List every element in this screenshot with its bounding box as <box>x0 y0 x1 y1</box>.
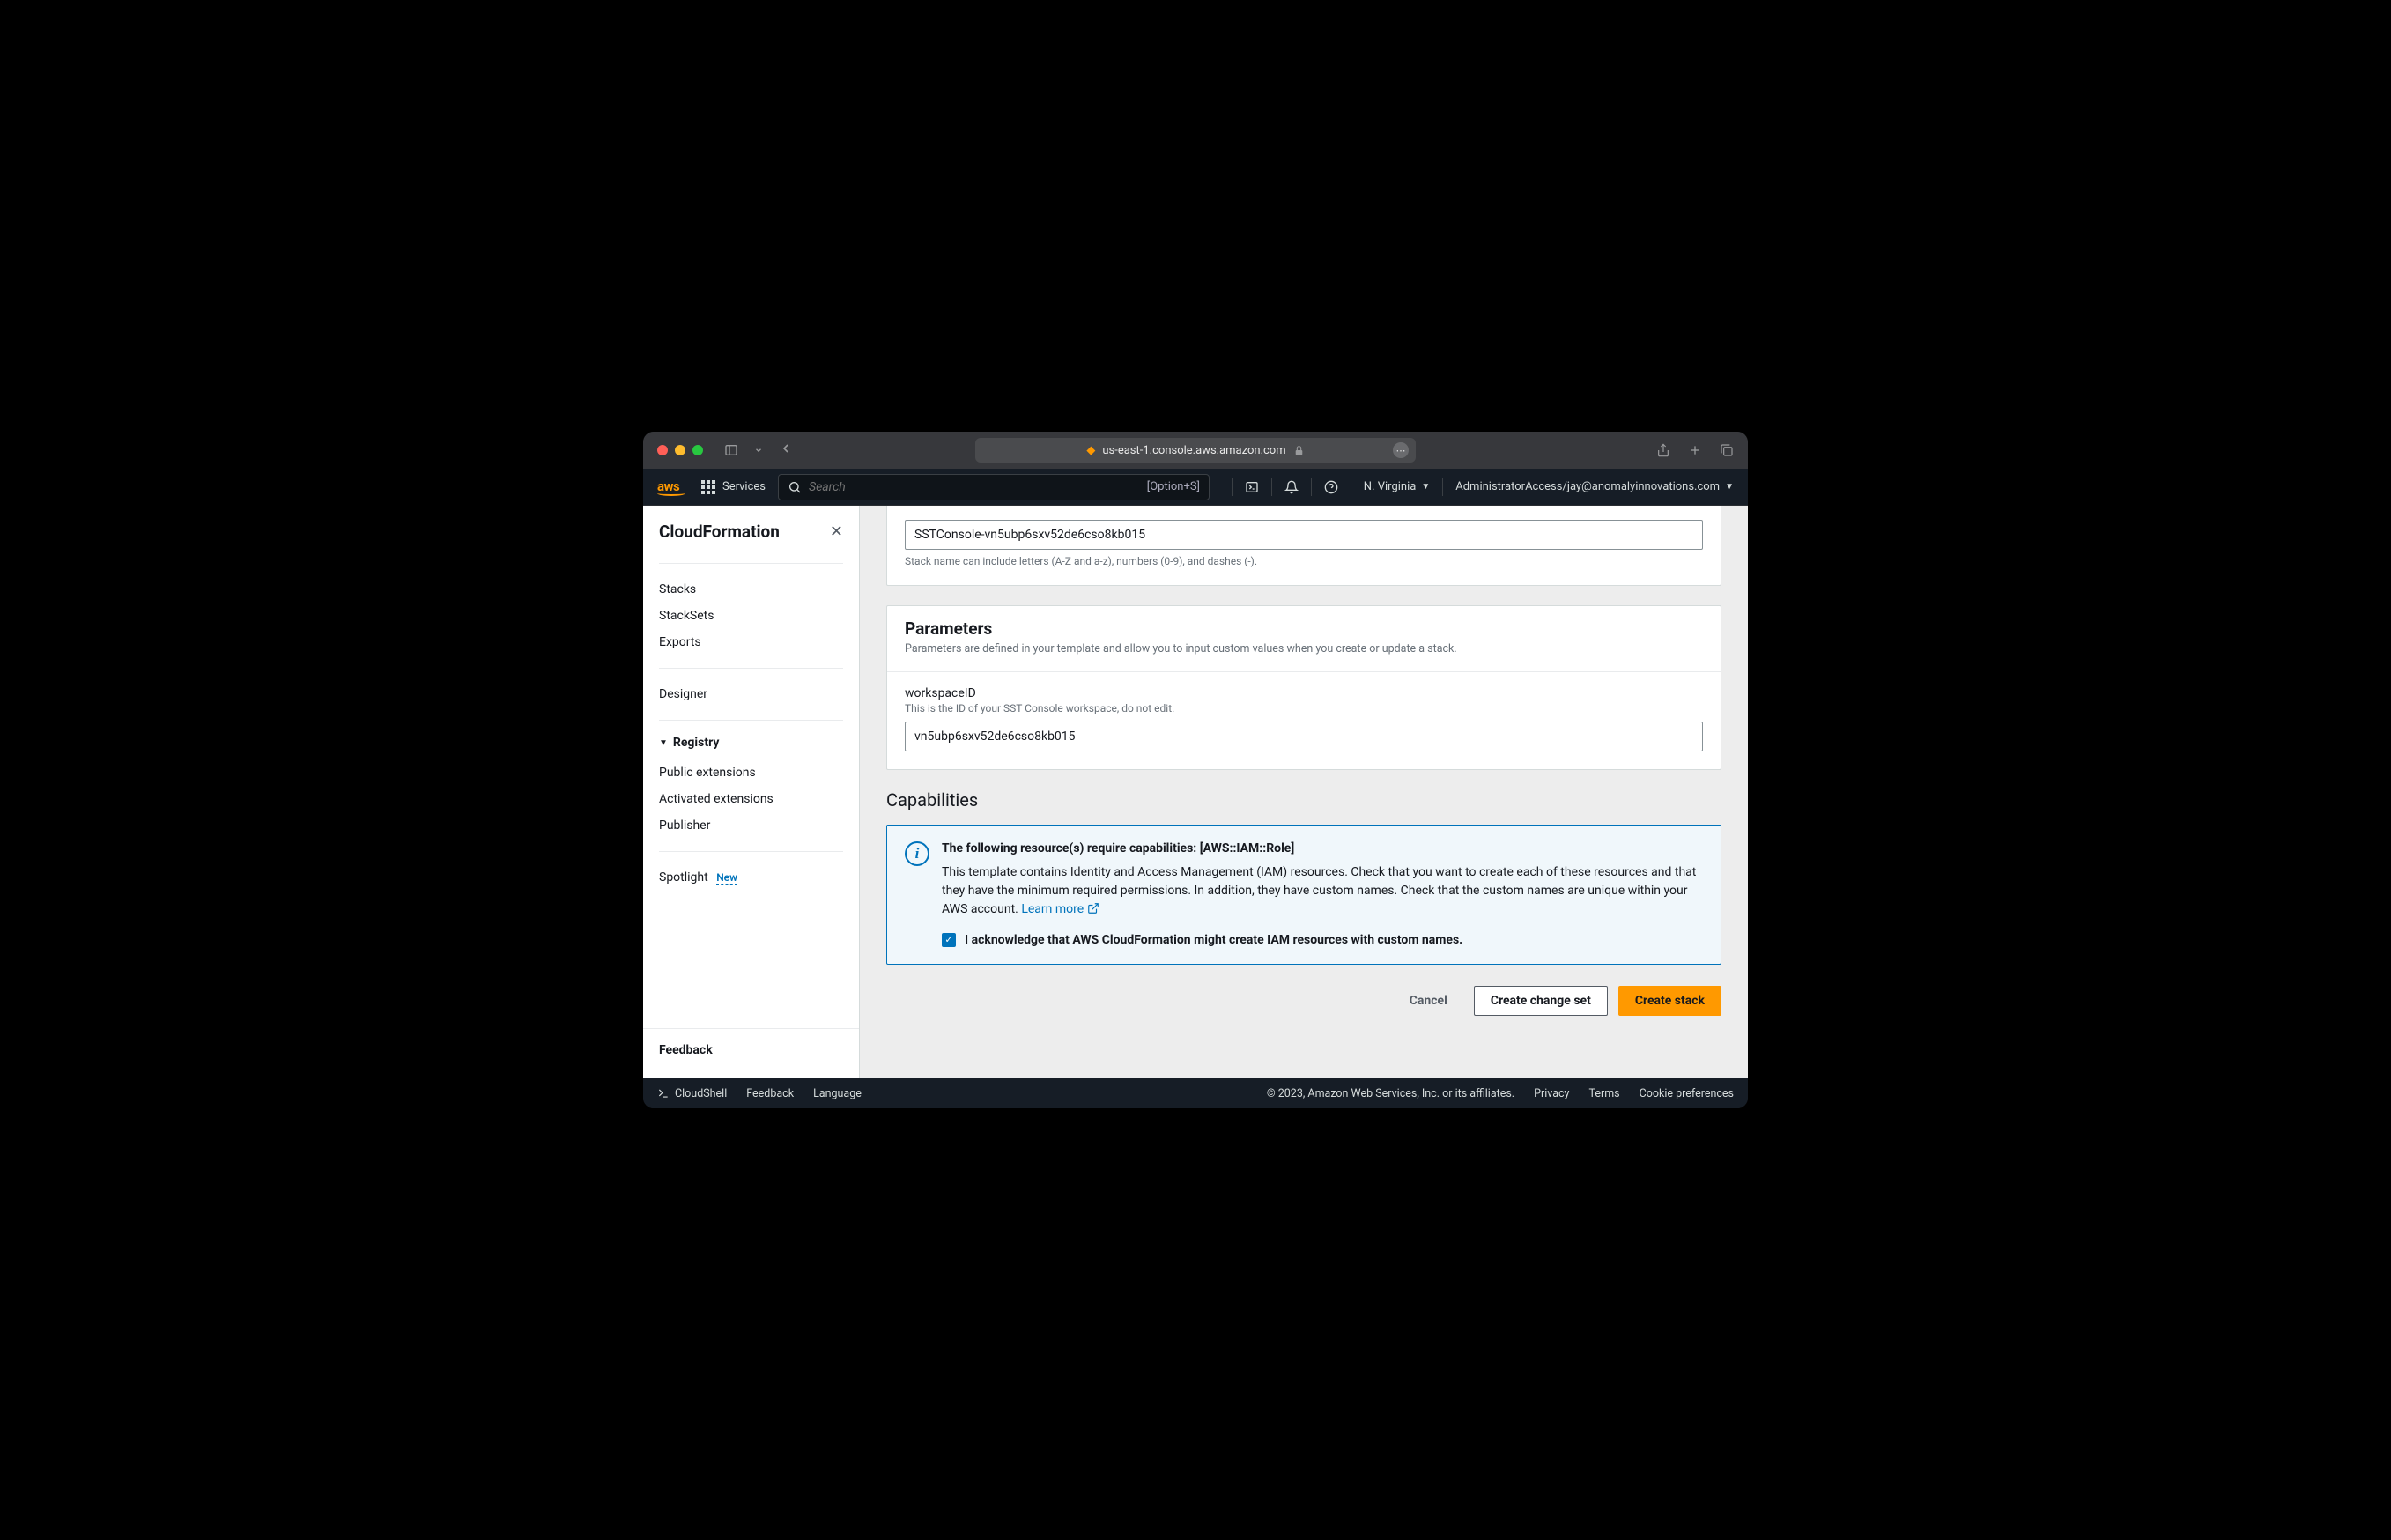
footer-feedback[interactable]: Feedback <box>746 1087 794 1100</box>
footer-cookies[interactable]: Cookie preferences <box>1640 1087 1734 1100</box>
parameters-panel: Parameters Parameters are defined in you… <box>886 605 1721 770</box>
aws-top-nav: aws Services [Option+S] N. Vir <box>643 469 1748 506</box>
workspace-id-label: workspaceID <box>905 686 1703 700</box>
services-label: Services <box>722 480 766 493</box>
stack-name-input[interactable] <box>905 520 1703 550</box>
capabilities-title: Capabilities <box>886 789 1721 811</box>
aws-search[interactable]: [Option+S] <box>778 474 1210 500</box>
maximize-window-button[interactable] <box>692 445 703 455</box>
titlebar: ◆ us-east-1.console.aws.amazon.com ⋯ <box>643 432 1748 469</box>
sidebar-item-exports[interactable]: Exports <box>643 629 859 655</box>
alert-body-text: This template contains Identity and Acce… <box>942 863 1703 919</box>
sidebar-item-spotlight[interactable]: Spotlight New <box>643 864 859 891</box>
sidebar: CloudFormation ✕ Stacks StackSets Export… <box>643 506 860 1078</box>
footer-privacy[interactable]: Privacy <box>1534 1087 1569 1100</box>
lock-icon <box>1293 445 1305 456</box>
close-window-button[interactable] <box>657 445 668 455</box>
workspace-id-desc: This is the ID of your SST Console works… <box>905 702 1703 714</box>
traffic-lights <box>657 445 703 455</box>
sidebar-item-stacksets[interactable]: StackSets <box>643 603 859 629</box>
sidebar-item-public-extensions[interactable]: Public extensions <box>643 759 859 786</box>
search-icon <box>788 480 802 494</box>
url-bar[interactable]: ◆ us-east-1.console.aws.amazon.com ⋯ <box>975 438 1416 463</box>
aws-logo[interactable]: aws <box>657 478 685 496</box>
tabs-icon[interactable] <box>1720 443 1734 457</box>
footer-copyright: © 2023, Amazon Web Services, Inc. or its… <box>1267 1087 1514 1100</box>
cloudshell-icon-button[interactable] <box>1245 480 1259 494</box>
alert-title: The following resource(s) require capabi… <box>942 840 1703 858</box>
acknowledge-label: I acknowledge that AWS CloudFormation mi… <box>965 931 1462 950</box>
search-shortcut: [Option+S] <box>1147 480 1200 493</box>
sidebar-item-publisher[interactable]: Publisher <box>643 812 859 839</box>
notifications-button[interactable] <box>1284 480 1299 494</box>
acknowledge-row: ✓ I acknowledge that AWS CloudFormation … <box>942 931 1703 950</box>
sidebar-close-button[interactable]: ✕ <box>830 522 843 541</box>
create-stack-button[interactable]: Create stack <box>1618 986 1721 1016</box>
new-tab-icon[interactable] <box>1688 443 1702 457</box>
cancel-button[interactable]: Cancel <box>1394 986 1463 1016</box>
minimize-window-button[interactable] <box>675 445 685 455</box>
sidebar-item-activated-extensions[interactable]: Activated extensions <box>643 786 859 812</box>
workspace-id-input[interactable] <box>905 722 1703 751</box>
services-menu-button[interactable]: Services <box>701 480 766 494</box>
sidebar-main-list: Stacks StackSets Exports <box>643 573 859 659</box>
sidebar-group-registry[interactable]: ▼ Registry <box>643 729 859 756</box>
grid-icon <box>701 480 715 494</box>
share-icon[interactable] <box>1656 443 1670 457</box>
url-more-icon[interactable]: ⋯ <box>1393 442 1409 458</box>
sidebar-item-stacks[interactable]: Stacks <box>643 576 859 603</box>
help-button[interactable] <box>1324 480 1338 494</box>
footer-cloudshell[interactable]: CloudShell <box>657 1087 727 1100</box>
body-area: CloudFormation ✕ Stacks StackSets Export… <box>643 506 1748 1078</box>
nav-back-button[interactable] <box>779 441 793 459</box>
terminal-icon <box>657 1087 670 1099</box>
info-icon: i <box>905 841 929 866</box>
create-change-set-button[interactable]: Create change set <box>1474 986 1608 1016</box>
titlebar-right-controls <box>1656 443 1734 457</box>
chevron-down-icon[interactable] <box>754 446 763 455</box>
footer-language[interactable]: Language <box>813 1087 862 1100</box>
parameters-title: Parameters <box>905 618 1703 639</box>
footer-terms[interactable]: Terms <box>1588 1087 1619 1100</box>
site-favicon: ◆ <box>1086 444 1095 457</box>
new-badge: New <box>716 871 737 885</box>
region-selector[interactable]: N. Virginia ▼ <box>1364 480 1430 493</box>
sidebar-toggle-icon[interactable] <box>724 443 738 457</box>
browser-window: ◆ us-east-1.console.aws.amazon.com ⋯ aws… <box>643 432 1748 1108</box>
titlebar-left-controls <box>724 443 763 457</box>
account-menu[interactable]: AdministratorAccess/jay@anomalyinnovatio… <box>1455 480 1734 493</box>
external-link-icon <box>1087 902 1099 914</box>
learn-more-link[interactable]: Learn more <box>1021 902 1099 916</box>
aws-footer: CloudShell Feedback Language © 2023, Ama… <box>643 1078 1748 1108</box>
sidebar-feedback-link[interactable]: Feedback <box>643 1028 859 1078</box>
acknowledge-checkbox[interactable]: ✓ <box>942 933 956 947</box>
actions-row: Cancel Create change set Create stack <box>886 986 1721 1016</box>
url-text: us-east-1.console.aws.amazon.com <box>1102 444 1285 457</box>
sidebar-item-designer[interactable]: Designer <box>643 681 859 707</box>
capabilities-alert: i The following resource(s) require capa… <box>886 825 1721 965</box>
stack-name-panel: Stack name can include letters (A-Z and … <box>886 506 1721 586</box>
search-input[interactable] <box>809 480 1147 494</box>
parameters-subtitle: Parameters are defined in your template … <box>905 642 1703 655</box>
stack-name-helper: Stack name can include letters (A-Z and … <box>905 555 1703 567</box>
main-content: Stack name can include letters (A-Z and … <box>860 506 1748 1078</box>
sidebar-title: CloudFormation <box>659 522 780 542</box>
